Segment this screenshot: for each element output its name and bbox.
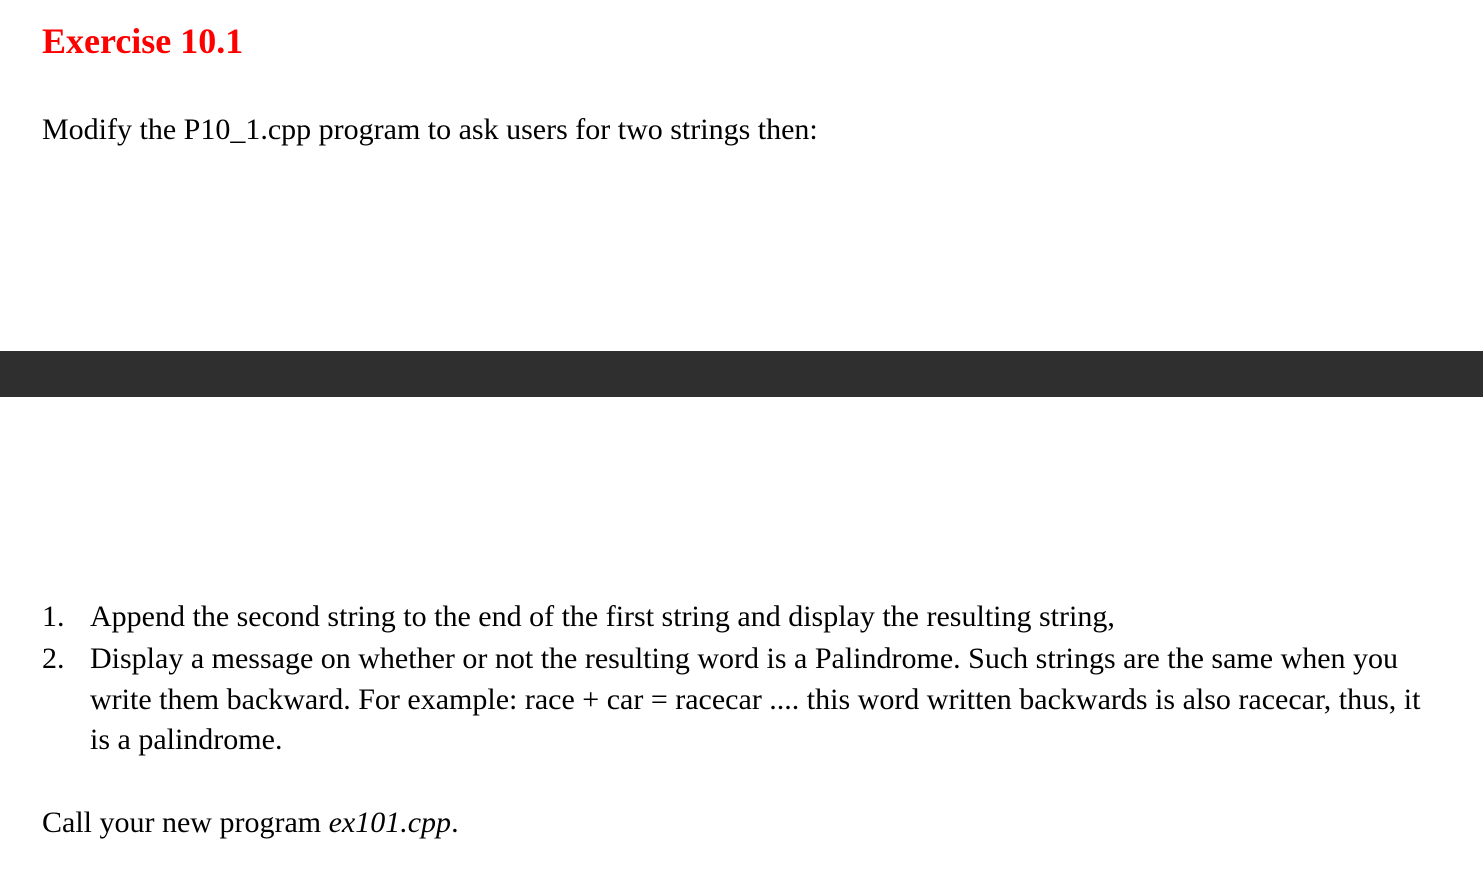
exercise-steps-list: Append the second string to the end of t… <box>42 597 1441 761</box>
page-divider-bar <box>0 351 1483 397</box>
intro-paragraph: Modify the P10_1.cpp program to ask user… <box>42 110 1441 151</box>
list-item: Append the second string to the end of t… <box>42 597 1441 638</box>
document-bottom-section: Append the second string to the end of t… <box>0 397 1483 884</box>
program-filename: ex101.cpp <box>329 806 451 839</box>
closing-suffix: . <box>451 806 459 839</box>
document-top-section: Exercise 10.1 Modify the P10_1.cpp progr… <box>0 0 1483 151</box>
closing-paragraph: Call your new program ex101.cpp. <box>42 803 1441 844</box>
list-item: Display a message on whether or not the … <box>42 639 1441 761</box>
closing-prefix: Call your new program <box>42 806 329 839</box>
exercise-title: Exercise 10.1 <box>42 20 1441 62</box>
